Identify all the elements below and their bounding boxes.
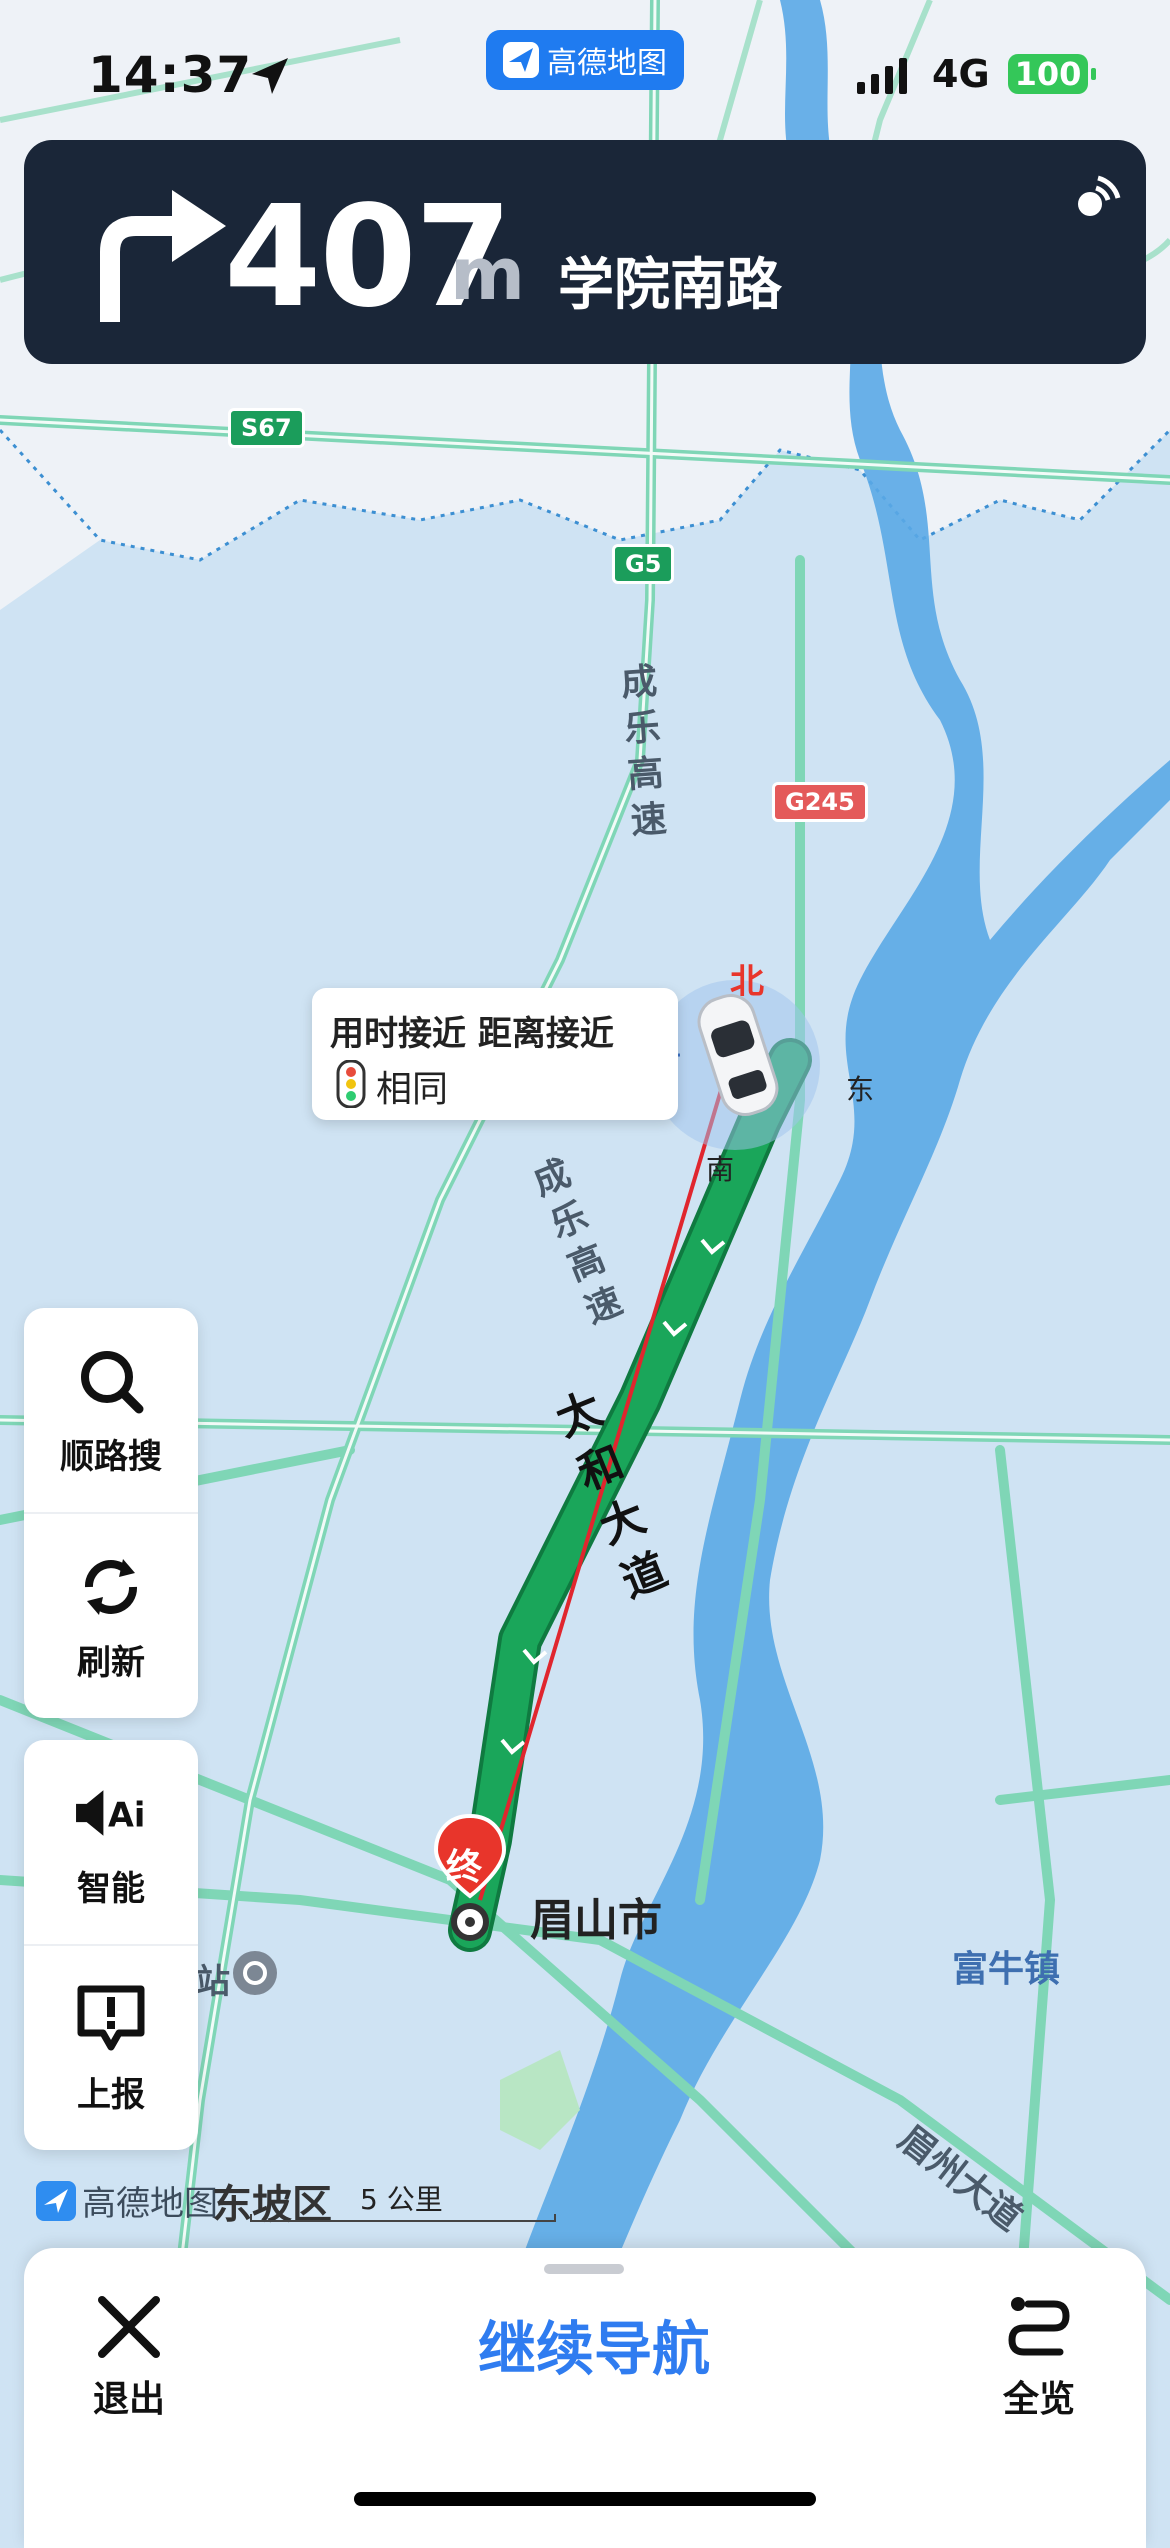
ai-voice-icon: Ai (76, 1789, 145, 1836)
route-compare-bubble[interactable]: 用时接近 距离接近 相同 (312, 988, 678, 1120)
right-turn-icon (100, 190, 226, 322)
highway-shield-g245: G245 (772, 782, 868, 822)
close-icon (98, 2296, 160, 2358)
map-tools-panel: 顺路搜 刷新 (24, 1308, 198, 1718)
station-icon (233, 1951, 277, 1995)
car-position-icon (697, 994, 779, 1116)
status-bar: 14:37 高德地图 4G 100 (0, 0, 1170, 140)
search-along-route-button[interactable]: 顺路搜 (24, 1308, 198, 1512)
navigation-banner[interactable]: 407 m 学院南路 (24, 140, 1146, 364)
compass-south: 南 (706, 1153, 735, 1186)
overview-label: 全览 (1002, 2379, 1075, 2420)
report-button[interactable]: 上报 (24, 1944, 198, 2150)
refresh-label: 刷新 (77, 1642, 145, 1683)
refresh-route-button[interactable]: 刷新 (24, 1512, 198, 1718)
amap-watermark: 高德地图 (36, 2176, 218, 2225)
route-overview-icon (1008, 2297, 1070, 2356)
highway-shield-s67: S67 (228, 408, 305, 448)
network-type: 4G (932, 52, 990, 96)
sheet-grabber[interactable] (544, 2264, 624, 2274)
next-road-name: 学院南路 (558, 253, 782, 318)
station-label: 站 (196, 1962, 230, 2002)
scale-bar (250, 2214, 556, 2222)
svg-text:Ai: Ai (108, 1795, 145, 1834)
town-label: 富牛镇 (952, 1949, 1061, 1990)
city-label: 眉山市 (530, 1895, 662, 1946)
ai-voice-button[interactable]: Ai 智能 (24, 1740, 198, 1944)
status-time: 14:37 (88, 46, 253, 104)
cell-signal-icon (857, 58, 907, 94)
search-along-route-label: 顺路搜 (60, 1436, 162, 1477)
exit-label: 退出 (92, 2379, 165, 2420)
continue-navigation-button[interactable]: 继续导航 (444, 2302, 744, 2386)
amap-watermark-text: 高德地图 (82, 2184, 218, 2224)
route-compare-text: 用时接近 距离接近 (330, 1014, 614, 1054)
location-arrow-icon (252, 58, 288, 94)
exit-navigation-button[interactable]: 退出 (64, 2292, 194, 2442)
turn-distance-unit: m (450, 232, 526, 316)
app-name: 高德地图 (547, 46, 667, 81)
amap-app-icon (503, 42, 539, 78)
traffic-light-icon (336, 1060, 366, 1108)
compass-east: 东 (846, 1073, 875, 1106)
route-overview-button[interactable]: 全览 (974, 2292, 1104, 2442)
voice-broadcast-icon[interactable] (1068, 170, 1124, 226)
traffic-light-compare-text: 相同 (376, 1069, 449, 1110)
highway-shield-g5: G5 (612, 544, 675, 584)
search-icon (81, 1350, 144, 1413)
home-indicator[interactable] (354, 2492, 816, 2506)
scale-text: 5 公里 (360, 2183, 443, 2216)
report-label: 上报 (77, 2074, 145, 2115)
amap-logo-icon (36, 2180, 76, 2221)
assist-tools-panel: Ai 智能 上报 (24, 1740, 198, 2150)
back-to-app-pill[interactable]: 高德地图 (486, 30, 684, 90)
battery-indicator: 100 (1008, 54, 1096, 94)
destination-marker-label: 终 (446, 1847, 483, 1888)
ai-voice-label: 智能 (77, 1868, 145, 1909)
report-icon (77, 1985, 145, 2050)
refresh-icon (85, 1558, 137, 1615)
